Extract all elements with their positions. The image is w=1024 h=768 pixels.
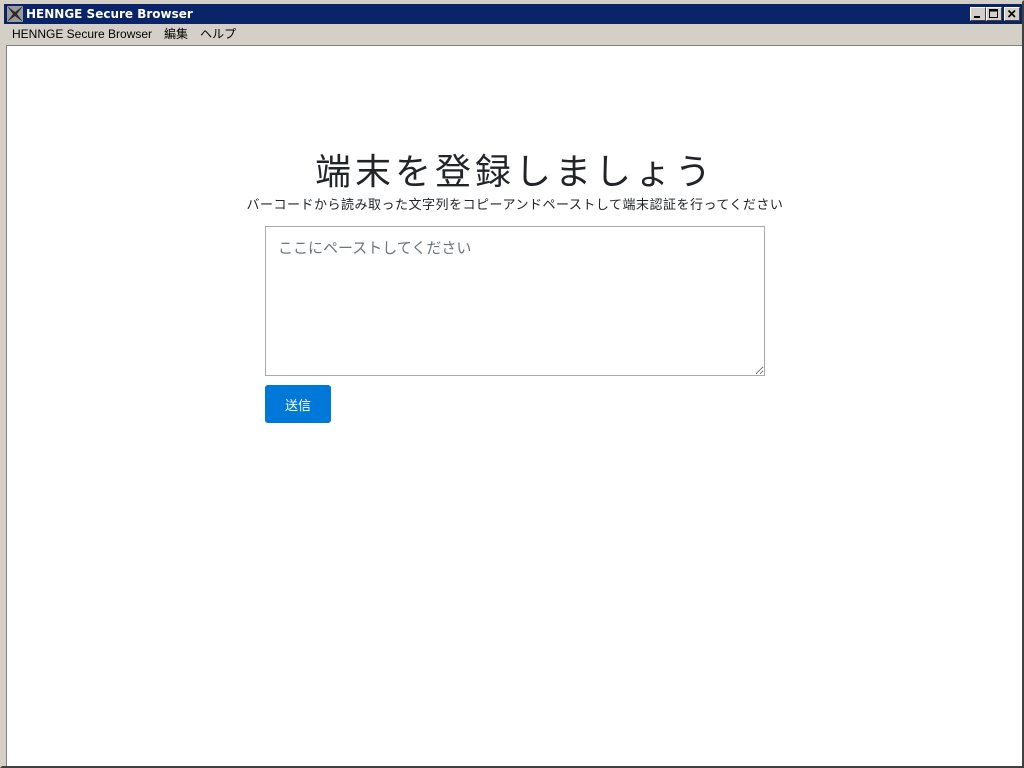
close-icon bbox=[1005, 8, 1019, 20]
close-button[interactable] bbox=[1004, 7, 1020, 21]
maximize-button[interactable] bbox=[986, 7, 1002, 21]
browser-window: HENNGE Secure Browser HENNGE Secure Brow… bbox=[0, 0, 1024, 768]
page-content: 端末を登録しましょう バーコードから読み取った文字列をコピーアンドペーストして端… bbox=[6, 45, 1022, 766]
menu-item-edit[interactable]: 編集 bbox=[158, 24, 194, 44]
instruction-text: バーコードから読み取った文字列をコピーアンドペーストして端末認証を行ってください bbox=[246, 198, 784, 213]
menu-item-help[interactable]: ヘルプ bbox=[194, 24, 242, 44]
window-title: HENNGE Secure Browser bbox=[26, 7, 193, 21]
menu-bar: HENNGE Secure Browser 編集 ヘルプ bbox=[4, 24, 1022, 44]
submit-button[interactable]: 送信 bbox=[265, 385, 331, 423]
window-controls bbox=[970, 7, 1020, 21]
app-logo-icon bbox=[7, 6, 23, 22]
title-bar[interactable]: HENNGE Secure Browser bbox=[4, 4, 1022, 24]
token-input[interactable] bbox=[265, 226, 765, 376]
minimize-icon bbox=[971, 8, 985, 20]
maximize-icon bbox=[987, 8, 1001, 20]
page-title: 端末を登録しましょう bbox=[314, 152, 715, 193]
minimize-button[interactable] bbox=[970, 7, 986, 21]
menu-item-app[interactable]: HENNGE Secure Browser bbox=[4, 24, 158, 44]
